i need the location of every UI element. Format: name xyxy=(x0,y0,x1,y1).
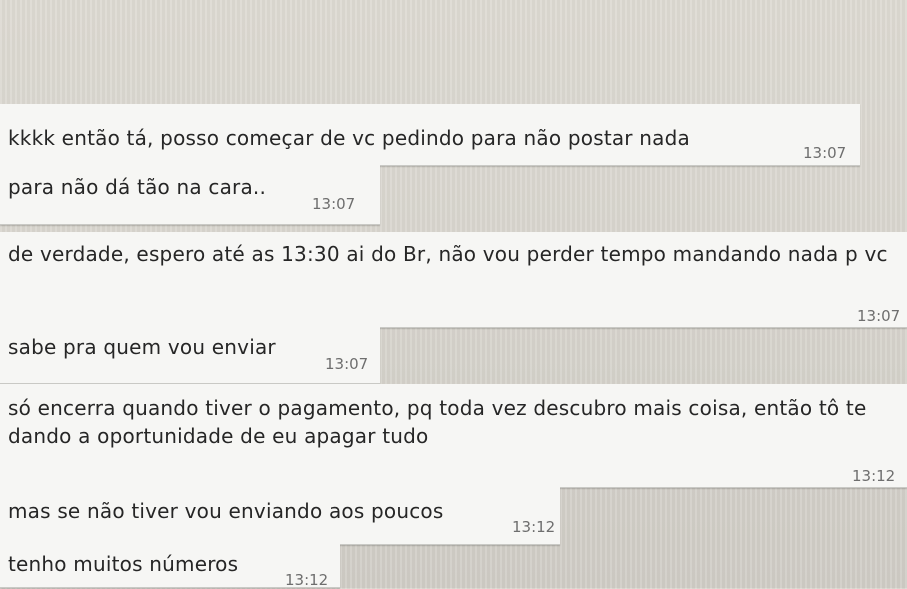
message-text: de verdade, espero até as 13:30 ai do Br… xyxy=(8,242,888,266)
message-timestamp: 13:12 xyxy=(852,467,896,485)
message-bubble[interactable]: de verdade, espero até as 13:30 ai do Br… xyxy=(0,232,907,328)
message-bubble[interactable]: kkkk então tá, posso começar de vc pedin… xyxy=(0,104,860,166)
message-timestamp: 13:07 xyxy=(312,195,356,213)
message-bubble[interactable]: tenho muitos números 13:12 xyxy=(0,544,340,589)
message-timestamp: 13:12 xyxy=(512,518,556,536)
message-timestamp: 13:12 xyxy=(285,571,329,589)
chat-message-list[interactable]: kkkk então tá, posso começar de vc pedin… xyxy=(0,0,907,589)
message-text: mas se não tiver vou enviando aos poucos xyxy=(8,499,444,523)
message-text: para não dá tão na cara.. xyxy=(8,175,267,199)
message-bubble[interactable]: só encerra quando tiver o pagamento, pq … xyxy=(0,384,907,488)
message-text: tenho muitos números xyxy=(8,552,239,576)
message-timestamp: 13:07 xyxy=(803,144,847,162)
message-bubble[interactable]: para não dá tão na cara.. 13:07 xyxy=(0,165,380,225)
message-text: só encerra quando tiver o pagamento, pq … xyxy=(8,396,867,448)
message-timestamp: 13:07 xyxy=(857,307,901,325)
message-bubble[interactable]: sabe pra quem vou enviar 13:07 xyxy=(0,327,380,384)
message-text: sabe pra quem vou enviar xyxy=(8,335,276,359)
message-bubble[interactable]: mas se não tiver vou enviando aos poucos… xyxy=(0,487,560,545)
message-text: kkkk então tá, posso começar de vc pedin… xyxy=(8,126,690,150)
message-timestamp: 13:07 xyxy=(325,355,369,373)
